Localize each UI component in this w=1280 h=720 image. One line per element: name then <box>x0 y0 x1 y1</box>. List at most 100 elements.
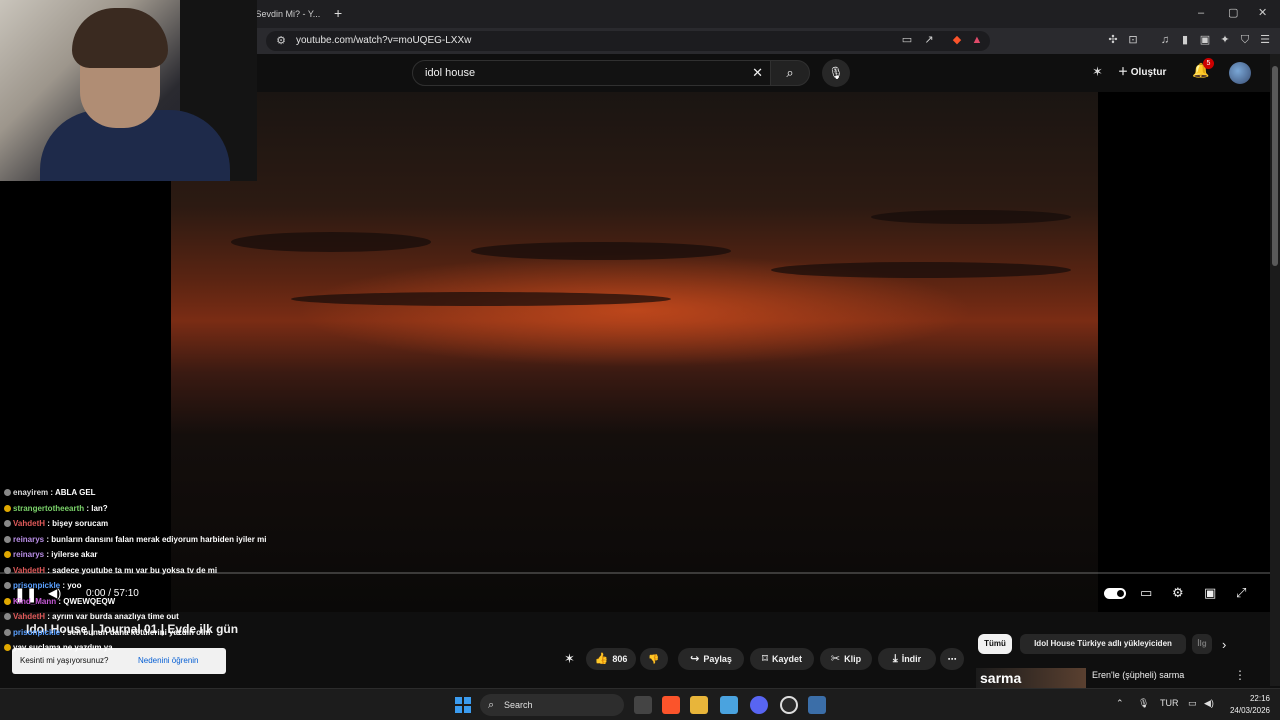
chat-badge-icon <box>4 551 11 559</box>
dislike-button[interactable]: 👎 <box>640 648 668 670</box>
network-icon[interactable]: ▭ <box>1188 698 1197 709</box>
stream-chat-overlay: enayirem : ABLA GEL strangertotheearth : … <box>0 474 300 720</box>
download-label: İndir <box>901 654 922 664</box>
more-actions-button[interactable]: ⋯ <box>940 648 964 670</box>
brave-browser-icon[interactable] <box>662 696 680 714</box>
chat-message: reinarys : iyilerse akar <box>4 548 98 562</box>
clip-button[interactable]: ✂ Klip <box>820 648 872 670</box>
subtitles-icon[interactable]: ▭ <box>1140 585 1152 601</box>
url-text: youtube.com/watch?v=moUQEG-LXXw <box>296 35 472 46</box>
clock-time: 22:16 <box>1249 694 1270 703</box>
obs-icon[interactable] <box>780 696 798 714</box>
chat-username: enayirem <box>13 488 49 497</box>
brave-rewards-icon[interactable]: ▲ <box>970 33 984 47</box>
chat-badge-icon <box>4 582 11 590</box>
chip-uploader[interactable]: Idol House Türkiye adlı yükleyiciden <box>1020 634 1186 654</box>
url-field[interactable]: ⚙ youtube.com/watch?v=moUQEG-LXXw <box>266 31 990 51</box>
share-icon: ↪ <box>690 653 700 665</box>
language-indicator[interactable]: TUR <box>1160 698 1179 708</box>
recommendation-thumbnail[interactable]: sarma <box>976 668 1086 690</box>
create-button[interactable]: ＋ Oluştur <box>1118 61 1166 85</box>
page-scrollbar[interactable] <box>1270 54 1280 686</box>
new-tab-button[interactable]: + <box>334 4 342 22</box>
chat-text: iyilerse akar <box>51 550 98 559</box>
autoplay-toggle[interactable] <box>1104 588 1126 599</box>
more-dots-icon: ⋯ <box>947 654 957 664</box>
chat-username: reinarys <box>13 550 45 559</box>
network-app-icon[interactable] <box>720 696 738 714</box>
bookmark-icon: ⌑ <box>762 653 768 665</box>
screenshot-icon[interactable]: ⊡ <box>1126 33 1140 47</box>
site-settings-icon[interactable]: ⚙ <box>274 34 288 48</box>
settings-app-icon[interactable] <box>808 696 826 714</box>
sidebar-icon[interactable]: ▮ <box>1178 33 1192 47</box>
maximize-button[interactable]: ▢ <box>1228 4 1238 22</box>
task-view-icon[interactable] <box>634 696 652 714</box>
file-explorer-icon[interactable] <box>690 696 708 714</box>
vpn-icon[interactable]: ⛉ <box>1238 33 1252 47</box>
theater-mode-icon[interactable]: ▣ <box>1204 585 1216 601</box>
microphone-tray-icon[interactable]: 🎙 <box>1138 698 1149 709</box>
save-button[interactable]: ⌑ Kaydet <box>750 648 814 670</box>
discord-icon[interactable] <box>750 696 768 714</box>
chat-username: VahdetH <box>13 565 46 575</box>
share-button[interactable]: ↪ Paylaş <box>678 648 744 670</box>
chip-related[interactable]: İlg <box>1192 634 1212 654</box>
video-frame-sunset <box>171 92 1098 612</box>
taskbar-search[interactable]: ⌕ Search <box>480 694 624 716</box>
chat-text: yav suçlama ne yazdım ya <box>13 643 113 652</box>
search-icon: ⌕ <box>786 65 794 80</box>
chip-all[interactable]: Tümü <box>978 634 1012 654</box>
chat-text: bunların dansını falan merak ediyorum ha… <box>51 534 267 544</box>
windows-start-icon[interactable] <box>455 697 471 713</box>
chat-username: reinarys <box>13 534 45 544</box>
extensions-icon[interactable]: ✣ <box>1106 33 1120 47</box>
cast-tab-icon[interactable]: ▭ <box>900 33 914 47</box>
download-icon: ⤓ <box>892 653 898 665</box>
recommendation-menu-icon[interactable]: ⋮ <box>1234 668 1246 682</box>
recommendation-title[interactable]: Eren'le (şüpheli) sarma <box>1092 670 1184 680</box>
scrollbar-thumb[interactable] <box>1272 66 1278 266</box>
chat-username: prisonpickle <box>13 581 61 590</box>
chat-username: Kind_Mann <box>13 596 57 606</box>
chat-separator: : <box>48 488 55 497</box>
chat-text: lan? <box>91 503 108 513</box>
chat-text: sadece youtube ta mı var bu yoksa tv de … <box>52 565 218 575</box>
like-button[interactable]: 👍 806 <box>586 648 636 670</box>
taskbar-clock[interactable]: 22:16 24/03/2026 <box>1222 693 1270 717</box>
search-button[interactable]: ⌕ <box>770 60 810 86</box>
speaker-icon[interactable]: ◀) <box>1204 698 1214 709</box>
chat-text: yoo <box>67 581 82 590</box>
thumbnail-text: sarma <box>980 670 1022 686</box>
close-window-button[interactable]: ✕ <box>1258 4 1267 22</box>
search-input[interactable]: idol house ✕ <box>412 60 772 86</box>
chat-username: VahdetH <box>13 519 46 528</box>
notification-count-badge: 5 <box>1203 58 1214 69</box>
clock-date: 24/03/2026 <box>1229 706 1270 715</box>
leo-ai-icon[interactable]: ✦ <box>1218 33 1232 47</box>
windows-taskbar: ⌕ Search ⌃ 🎙 TUR ▭ ◀) 22:16 24/03/2026 <box>0 688 1280 720</box>
brave-shields-icon[interactable]: ◆ <box>950 33 964 47</box>
scissors-icon: ✂ <box>830 653 841 665</box>
settings-gear-icon[interactable]: ⚙ <box>1172 585 1184 601</box>
menu-icon[interactable]: ☰ <box>1258 33 1272 47</box>
clear-search-icon[interactable]: ✕ <box>752 61 763 85</box>
chat-badge-icon <box>4 489 11 497</box>
fullscreen-icon[interactable]: ⤢ <box>1236 585 1246 601</box>
browser-tab[interactable]: İç Sevdin Mi? - Y... <box>246 3 330 25</box>
voice-search-button[interactable]: 🎙 <box>822 59 850 87</box>
download-button[interactable]: ⤓ İndir <box>878 648 936 670</box>
account-avatar[interactable] <box>1229 62 1251 84</box>
thumbs-down-icon: 👎 <box>648 654 660 664</box>
media-icon[interactable]: ♫ <box>1158 33 1172 47</box>
chat-text: sen bunun daha kötülerini yazdın olm <box>67 627 211 637</box>
chat-message: VahdetH : bişey sorucam <box>4 517 108 531</box>
wallet-icon[interactable]: ▣ <box>1198 33 1212 47</box>
taskbar-search-label: Search <box>504 700 533 710</box>
minimize-button[interactable]: – <box>1198 4 1204 22</box>
chevron-right-icon[interactable]: › <box>1222 637 1226 652</box>
premium-sparkle-icon[interactable]: ✶ <box>564 651 575 667</box>
share-page-icon[interactable]: ↗ <box>922 33 936 47</box>
tray-overflow-icon[interactable]: ⌃ <box>1116 698 1124 709</box>
premium-icon[interactable]: ✶ <box>1092 64 1103 80</box>
